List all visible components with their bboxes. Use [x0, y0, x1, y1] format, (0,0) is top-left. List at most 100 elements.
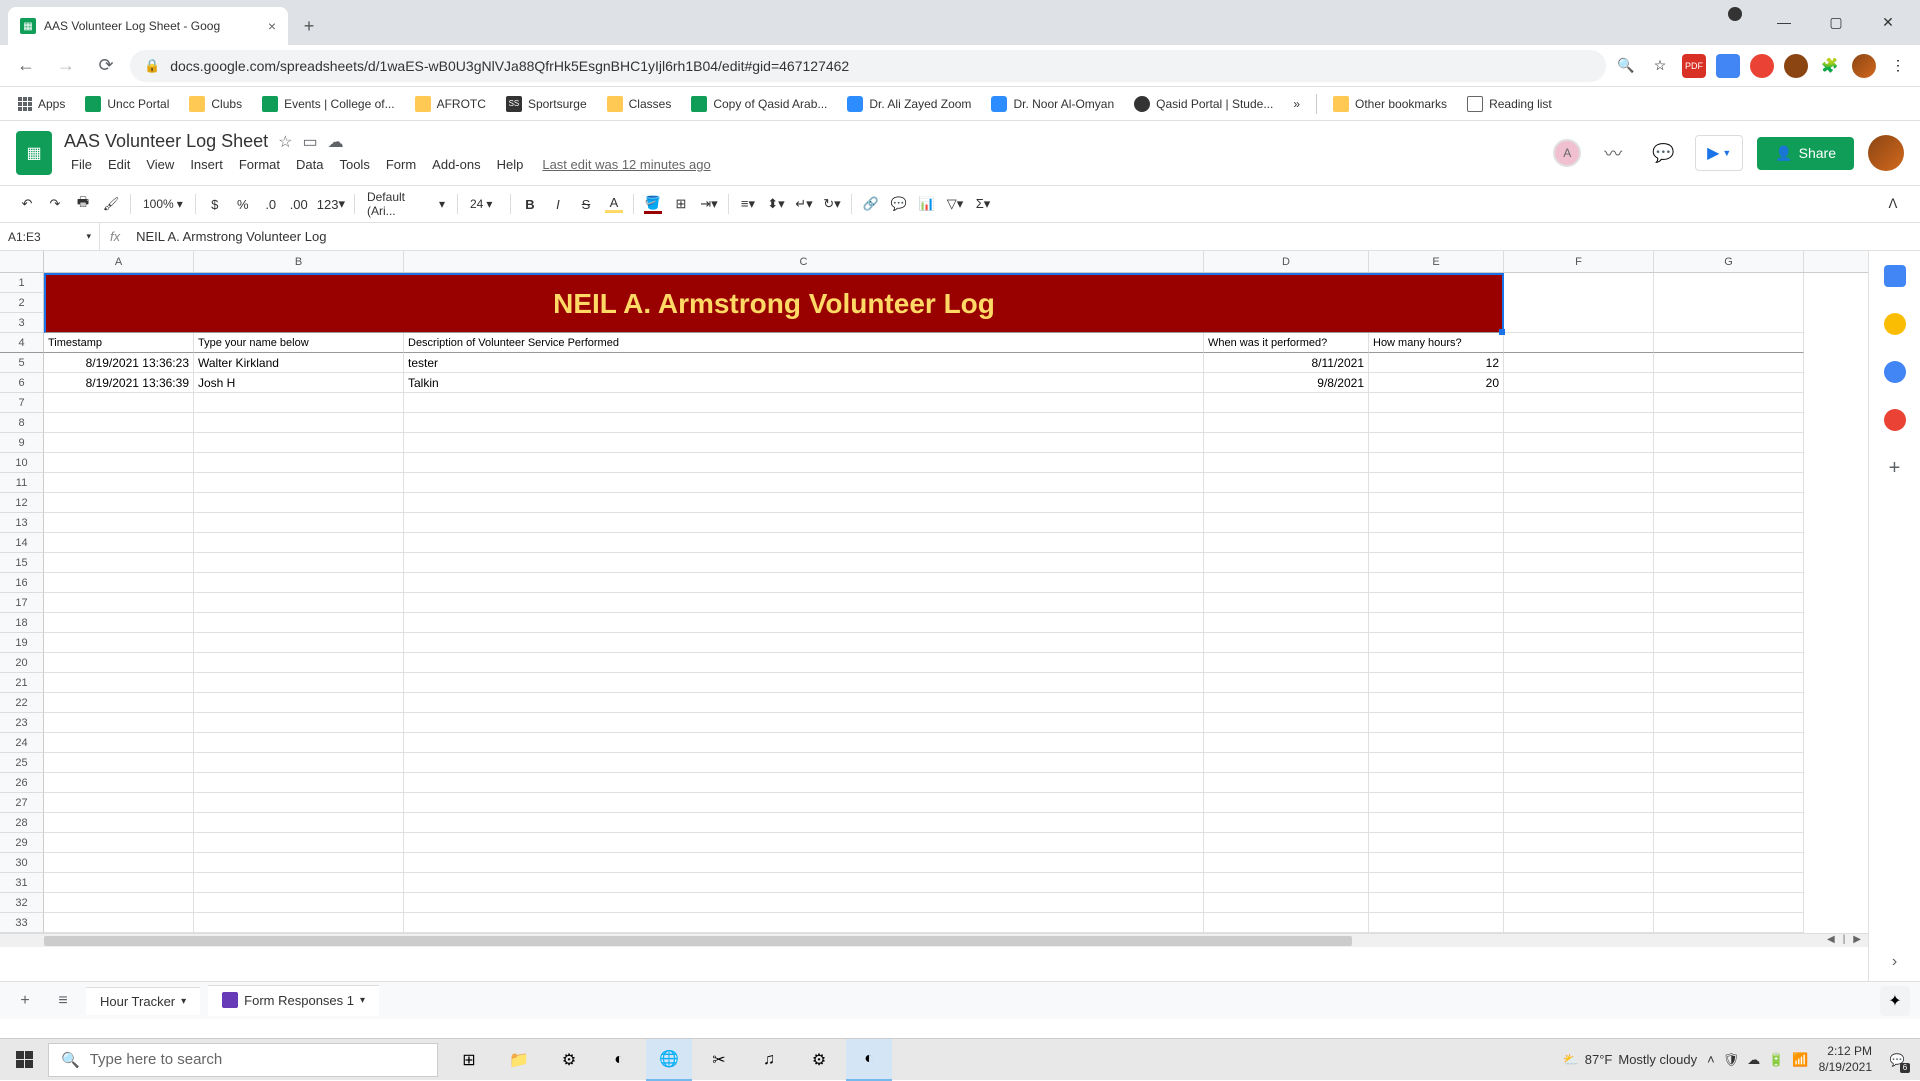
cell[interactable]: [194, 553, 404, 573]
cell[interactable]: [1204, 893, 1369, 913]
account-avatar[interactable]: [1868, 135, 1904, 171]
cell[interactable]: [404, 533, 1204, 553]
selection-handle[interactable]: [1499, 329, 1505, 335]
borders-button[interactable]: ⊞: [668, 191, 694, 217]
cell[interactable]: [1654, 533, 1804, 553]
cell[interactable]: [44, 573, 194, 593]
cell[interactable]: [1654, 373, 1804, 393]
cell[interactable]: [1369, 453, 1504, 473]
cell[interactable]: [1654, 833, 1804, 853]
bookmark-events[interactable]: Events | College of...: [254, 92, 403, 116]
cell[interactable]: [1369, 393, 1504, 413]
task-view-button[interactable]: ⊞: [446, 1039, 492, 1081]
text-color-button[interactable]: A: [601, 191, 627, 217]
cell[interactable]: Walter Kirkland: [194, 353, 404, 373]
cell[interactable]: [44, 693, 194, 713]
scrollbar-thumb[interactable]: [44, 936, 1352, 946]
cell[interactable]: [1654, 453, 1804, 473]
row-header-5[interactable]: 5: [0, 353, 44, 373]
taskbar-search[interactable]: 🔍 Type here to search: [48, 1043, 438, 1077]
cell[interactable]: [44, 473, 194, 493]
print-button[interactable]: 🖶: [70, 191, 96, 217]
cell[interactable]: [1654, 813, 1804, 833]
row-header-8[interactable]: 8: [0, 413, 44, 433]
h-align-button[interactable]: ≡▾: [735, 191, 761, 217]
cell[interactable]: [1369, 513, 1504, 533]
cell[interactable]: [194, 833, 404, 853]
cell[interactable]: [1504, 633, 1654, 653]
cell[interactable]: [404, 393, 1204, 413]
cell[interactable]: [1654, 853, 1804, 873]
cell[interactable]: [1204, 593, 1369, 613]
wrap-button[interactable]: ↵▾: [791, 191, 817, 217]
document-title[interactable]: AAS Volunteer Log Sheet: [64, 131, 268, 152]
row-header-9[interactable]: 9: [0, 433, 44, 453]
percent-button[interactable]: %: [230, 191, 256, 217]
taskbar-explorer[interactable]: 📁: [496, 1039, 542, 1081]
cell[interactable]: [194, 753, 404, 773]
comments-icon[interactable]: 💬: [1645, 135, 1681, 171]
cell[interactable]: [194, 593, 404, 613]
row-header-30[interactable]: 30: [0, 853, 44, 873]
row-header-1[interactable]: 1: [0, 273, 44, 293]
cell[interactable]: [1204, 793, 1369, 813]
profile-avatar-icon[interactable]: [1852, 54, 1876, 78]
row-header-18[interactable]: 18: [0, 613, 44, 633]
cell[interactable]: [404, 453, 1204, 473]
cell[interactable]: [1654, 573, 1804, 593]
cell[interactable]: [44, 673, 194, 693]
cell[interactable]: [1504, 873, 1654, 893]
add-sheet-button[interactable]: +: [10, 986, 40, 1016]
cell[interactable]: [1369, 753, 1504, 773]
sheet-tab-hour-tracker[interactable]: Hour Tracker ▾: [86, 987, 200, 1015]
taskbar-snip[interactable]: ✂: [696, 1039, 742, 1081]
tray-wifi-icon[interactable]: 📶: [1792, 1052, 1808, 1068]
row-header-11[interactable]: 11: [0, 473, 44, 493]
row-header-27[interactable]: 27: [0, 793, 44, 813]
cell[interactable]: [1204, 573, 1369, 593]
cell[interactable]: [1204, 753, 1369, 773]
ext-pdf-icon[interactable]: PDF: [1682, 54, 1706, 78]
collapse-toolbar-button[interactable]: ᐱ: [1880, 191, 1906, 217]
cell[interactable]: [194, 733, 404, 753]
cell[interactable]: [44, 553, 194, 573]
tray-security-icon[interactable]: 🛡: [1723, 1052, 1740, 1068]
menu-addons[interactable]: Add-ons: [425, 154, 487, 175]
maximize-button[interactable]: ▢: [1816, 7, 1856, 37]
present-button[interactable]: ▶▼: [1695, 135, 1743, 171]
taskbar-steam[interactable]: ◐: [596, 1039, 642, 1081]
reload-button[interactable]: ⟳: [90, 50, 122, 82]
row-header-12[interactable]: 12: [0, 493, 44, 513]
close-tab-icon[interactable]: ×: [268, 18, 276, 34]
row-header-15[interactable]: 15: [0, 553, 44, 573]
cell[interactable]: [1654, 713, 1804, 733]
cell[interactable]: [1504, 593, 1654, 613]
new-tab-button[interactable]: +: [294, 11, 324, 41]
cell[interactable]: [1654, 893, 1804, 913]
cell[interactable]: [1369, 853, 1504, 873]
cell[interactable]: [1204, 693, 1369, 713]
cell[interactable]: [1504, 913, 1654, 933]
cell[interactable]: [44, 873, 194, 893]
cell[interactable]: 8/19/2021 13:36:39: [44, 373, 194, 393]
col-header-d[interactable]: D: [1204, 251, 1369, 272]
cell[interactable]: [404, 613, 1204, 633]
cell[interactable]: 20: [1369, 373, 1504, 393]
row-header-16[interactable]: 16: [0, 573, 44, 593]
row-header-22[interactable]: 22: [0, 693, 44, 713]
contacts-icon[interactable]: [1884, 409, 1906, 431]
cell[interactable]: [194, 813, 404, 833]
comment-button[interactable]: 💬: [886, 191, 912, 217]
cell[interactable]: [1369, 613, 1504, 633]
cell-hours-header[interactable]: How many hours?: [1369, 333, 1504, 353]
cell[interactable]: [1369, 593, 1504, 613]
cell[interactable]: [1504, 853, 1654, 873]
url-input[interactable]: 🔒 docs.google.com/spreadsheets/d/1waES-w…: [130, 50, 1606, 82]
cell[interactable]: [1654, 353, 1804, 373]
ext-icon-1[interactable]: [1716, 54, 1740, 78]
row-header-26[interactable]: 26: [0, 773, 44, 793]
font-select[interactable]: Default (Ari... ▾: [361, 188, 451, 220]
reading-list[interactable]: Reading list: [1459, 92, 1560, 116]
cell[interactable]: [44, 753, 194, 773]
cell[interactable]: [1369, 833, 1504, 853]
